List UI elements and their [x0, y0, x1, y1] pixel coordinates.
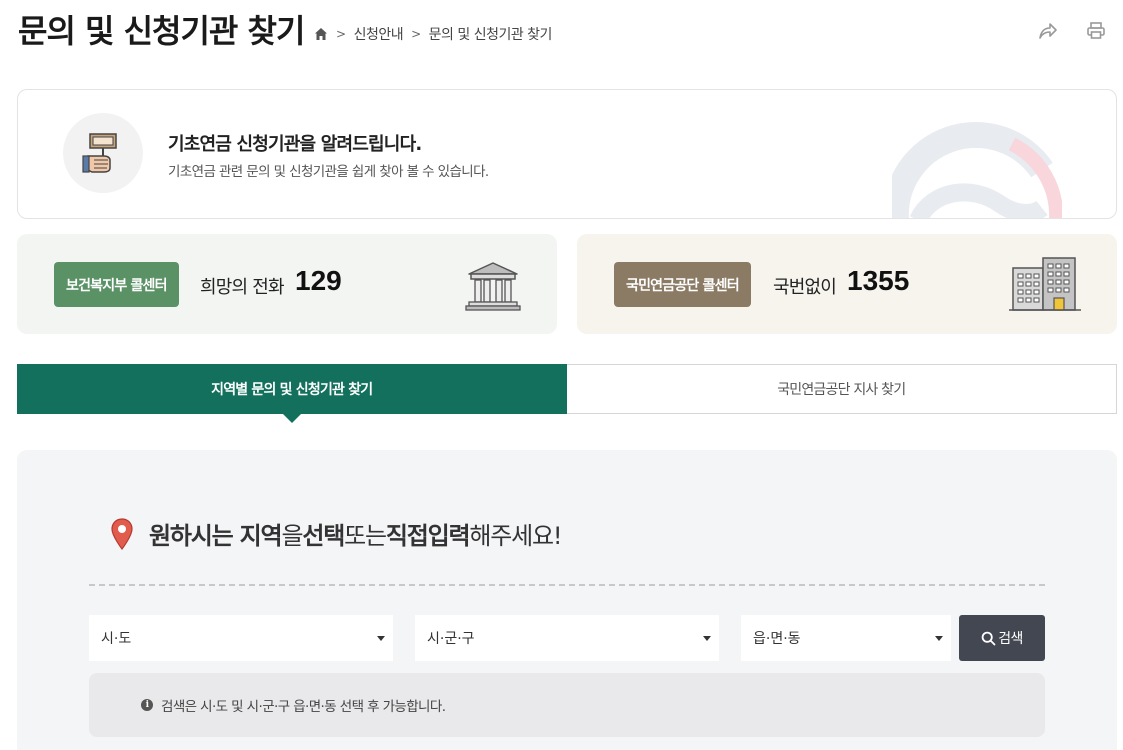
heading-emphasis: 원하시는 지역 — [149, 522, 283, 550]
office-building-icon — [1009, 254, 1081, 316]
taegeuk-emblem-icon — [882, 108, 1064, 218]
sido-select[interactable]: 시·도 — [89, 615, 393, 661]
info-icon: i — [141, 699, 153, 711]
heading-emphasis: 선택 — [302, 522, 345, 550]
eupmyeondong-select-value: 읍·면·동 — [753, 631, 801, 647]
intro-box: 기초연금 신청기관을 알려드립니다. 기초연금 관련 문의 및 신청기관을 쉽게… — [17, 89, 1117, 219]
sigungu-select-value: 시·군·구 — [427, 631, 475, 647]
tab-bar: 지역별 문의 및 신청기관 찾기 국민연금공단 지사 찾기 — [17, 364, 1117, 423]
call-center-badge: 보건복지부 콜센터 — [54, 262, 179, 307]
header-actions — [1035, 18, 1109, 44]
tab-nps-branch-search[interactable]: 국민연금공단 지사 찾기 — [566, 364, 1117, 414]
chevron-right-icon: > — [411, 27, 421, 41]
heading-text: 해주세요! — [469, 522, 562, 550]
call-center-label: 국번없이 — [773, 277, 837, 298]
search-notice: i 검색은 시·도 및 시·군·구 읍·면·동 선택 후 가능합니다. — [89, 673, 1045, 737]
signboard-hand-icon — [63, 113, 143, 193]
call-center-mohw: 보건복지부 콜센터 희망의 전화 129 — [17, 234, 557, 334]
call-center-number[interactable]: 1355 — [847, 265, 909, 297]
government-building-icon — [465, 260, 521, 316]
breadcrumb: > 신청안내 > 문의 및 신청기관 찾기 — [314, 24, 552, 44]
search-heading: 원하시는 지역 을 선택 또는 직접입력 해주세요! — [111, 516, 563, 551]
breadcrumb-item-current: 문의 및 신청기관 찾기 — [428, 27, 553, 43]
tab-region-search[interactable]: 지역별 문의 및 신청기관 찾기 — [17, 364, 567, 423]
home-icon[interactable] — [314, 27, 328, 41]
search-panel: 원하시는 지역 을 선택 또는 직접입력 해주세요! 시·도 시·군·구 읍·면·동… — [17, 450, 1117, 750]
intro-title: 기초연금 신청기관을 알려드립니다. — [168, 134, 422, 155]
search-icon — [981, 631, 996, 645]
search-button[interactable]: 검색 — [959, 615, 1045, 661]
call-center-label: 희망의 전화 — [200, 277, 285, 298]
print-icon[interactable] — [1083, 18, 1109, 44]
share-icon[interactable] — [1035, 18, 1061, 44]
map-pin-icon — [111, 517, 133, 550]
breadcrumb-item[interactable]: 신청안내 — [354, 24, 404, 44]
heading-emphasis: 직접입력 — [385, 522, 471, 550]
eupmyeondong-select[interactable]: 읍·면·동 — [741, 615, 951, 661]
call-center-nps: 국민연금공단 콜센터 국번없이 1355 — [577, 234, 1117, 334]
divider — [89, 584, 1045, 586]
sido-select-value: 시·도 — [101, 631, 132, 647]
intro-description: 기초연금 관련 문의 및 신청기관을 쉽게 찾아 볼 수 있습니다. — [168, 164, 489, 180]
caret-down-icon — [703, 636, 711, 641]
chevron-right-icon: > — [336, 27, 346, 41]
caret-down-icon — [377, 636, 385, 641]
call-center-badge: 국민연금공단 콜센터 — [614, 262, 751, 307]
sigungu-select[interactable]: 시·군·구 — [415, 615, 719, 661]
page-title: 문의 및 신청기관 찾기 — [18, 12, 305, 50]
search-notice-text: 검색은 시·도 및 시·군·구 읍·면·동 선택 후 가능합니다. — [161, 699, 446, 715]
heading-text: 또는 — [344, 522, 387, 550]
search-button-label: 검색 — [998, 631, 1023, 647]
call-center-number[interactable]: 129 — [295, 265, 342, 297]
caret-down-icon — [935, 636, 943, 641]
heading-text: 을 — [281, 522, 303, 550]
